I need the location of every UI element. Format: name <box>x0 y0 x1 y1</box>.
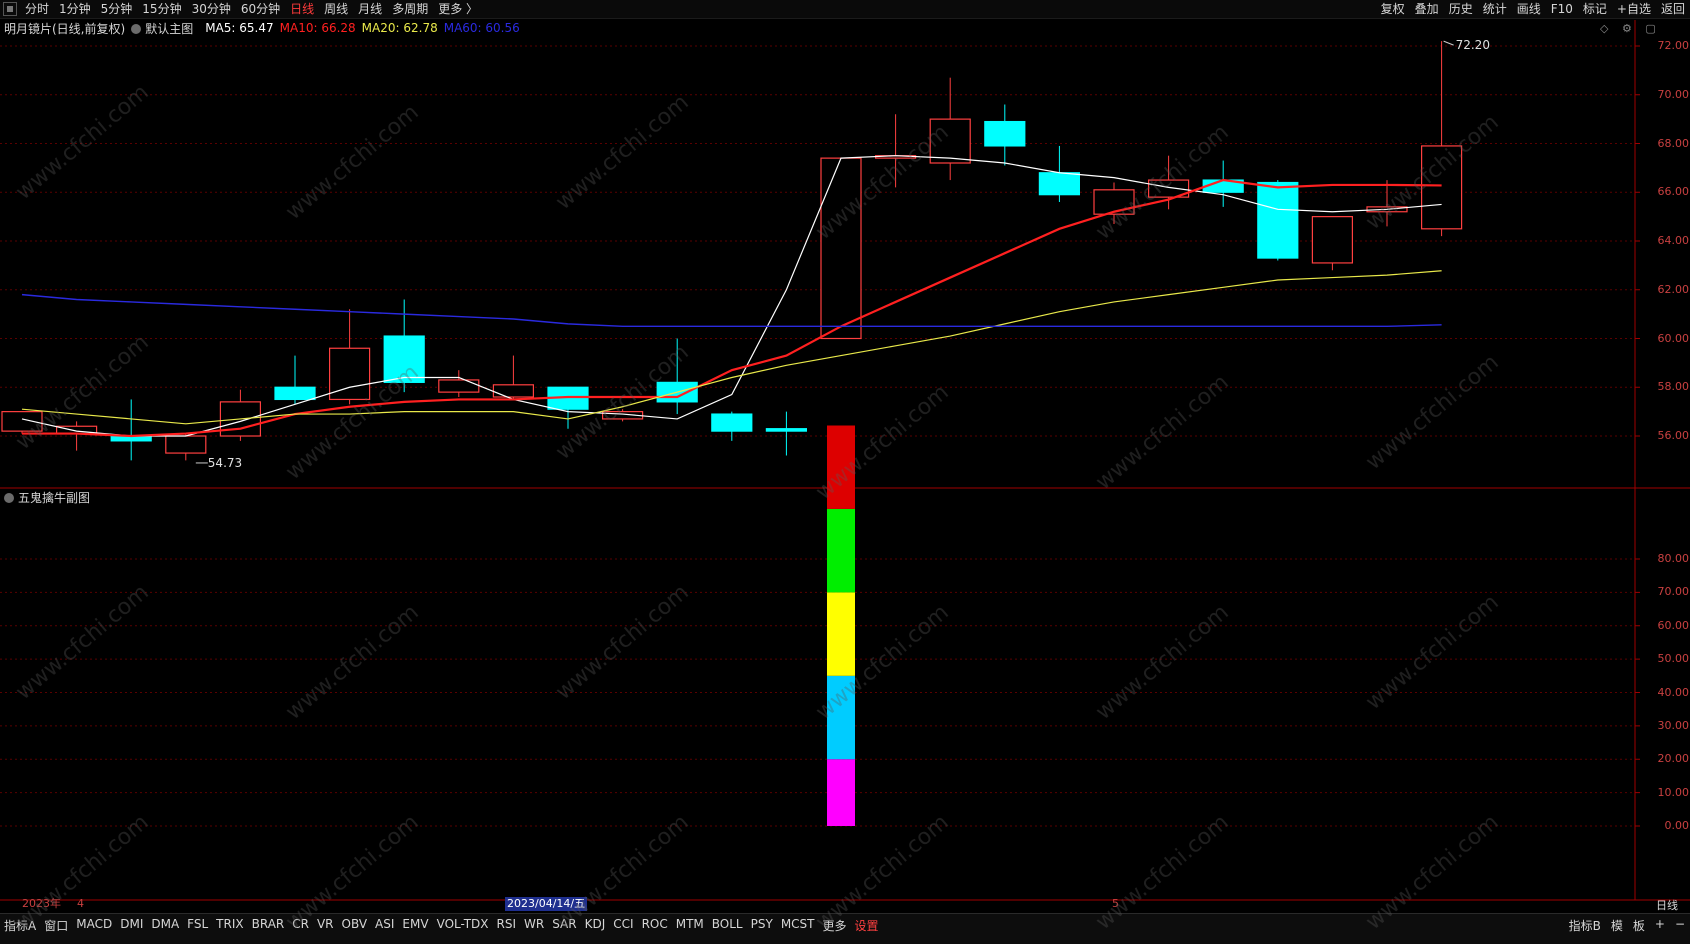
indicator-tab[interactable]: WR <box>520 914 548 931</box>
candle-body <box>438 379 480 393</box>
indicator-tab[interactable]: PSY <box>747 914 777 931</box>
indicator-tab[interactable]: CCI <box>609 914 637 931</box>
indicator-right-item[interactable]: 模 <box>1606 914 1628 934</box>
indicator-tab[interactable]: VOL-TDX <box>433 914 493 931</box>
indicator-tab[interactable]: MACD <box>72 914 116 931</box>
sub-tick-label: 80.00 <box>1657 552 1690 565</box>
indicator-right-item[interactable]: 板 <box>1628 914 1650 934</box>
price-tick-label: 64.00 <box>1657 234 1690 247</box>
ma-line-ma60 <box>21 293 1442 328</box>
indicator-tab[interactable]: EMV <box>398 914 432 931</box>
price-tick-label: 62.00 <box>1657 282 1690 296</box>
sub-tick-label: 10.00 <box>1657 785 1690 799</box>
indicator-tab[interactable]: DMA <box>147 914 183 931</box>
low-price-label: 54.73 <box>208 456 242 470</box>
sub-tick-label: 50.00 <box>1657 652 1690 666</box>
sub-tick-label: 60.00 <box>1657 618 1690 632</box>
high-price-label: 72.20 <box>1456 38 1490 52</box>
sub-tick-label: 20.00 <box>1657 752 1690 766</box>
ma-line-ma20 <box>21 270 1442 425</box>
sub-bar-segment <box>827 592 855 676</box>
candle-body <box>165 435 207 454</box>
sub-bar-segment <box>827 508 855 593</box>
high-marker-line <box>1443 40 1454 46</box>
indicator-tab[interactable]: TRIX <box>212 914 247 931</box>
sub-tick-label: 0.00 <box>1664 819 1690 832</box>
candle-body <box>1311 216 1354 264</box>
indicator-tab[interactable]: DMI <box>116 914 147 931</box>
candle-body <box>711 413 753 432</box>
indicator-tab[interactable]: 设置 <box>851 914 883 934</box>
sub-tick-label: 70.00 <box>1657 585 1690 599</box>
price-tick-label: 56.00 <box>1657 429 1690 442</box>
sub-bar-segment <box>827 759 855 826</box>
candle-body <box>492 384 534 398</box>
indicator-tab[interactable]: OBV <box>338 914 372 931</box>
price-tick-label: 66.00 <box>1657 185 1690 199</box>
indicator-bar-right: 指标B 模板 + − <box>1564 914 1690 934</box>
price-tick-label: 68.00 <box>1657 136 1690 150</box>
sub-tick-label: 40.00 <box>1657 685 1690 699</box>
month-4-label: 4 <box>77 897 84 910</box>
candle-body <box>1257 181 1299 259</box>
timeframe-label[interactable]: 日线 <box>1656 897 1678 913</box>
indicator-tab[interactable]: MTM <box>672 914 708 931</box>
candle-body <box>274 386 316 401</box>
candle-body <box>1038 172 1081 196</box>
indicator-tab[interactable]: ROC <box>638 914 672 931</box>
price-tick-label: 70.00 <box>1657 87 1690 101</box>
price-tick-label: 72.00 <box>1657 39 1690 52</box>
indicator-tab[interactable]: ASI <box>371 914 398 931</box>
indicator-right-item[interactable]: − <box>1670 914 1690 934</box>
sub-tick-label: 30.00 <box>1657 718 1690 732</box>
candle-body <box>820 157 862 340</box>
candle-body <box>765 428 808 432</box>
indicator-tab[interactable]: FSL <box>183 914 212 931</box>
indicator-right-item[interactable]: + <box>1650 914 1670 934</box>
indicator-tab[interactable]: RSI <box>493 914 521 931</box>
indicator-tab[interactable]: BOLL <box>708 914 747 931</box>
candle-body <box>984 120 1026 147</box>
ma-line-ma5 <box>21 155 1442 437</box>
indicator-right-item[interactable]: 指标B <box>1564 914 1606 934</box>
price-tick-label: 58.00 <box>1657 380 1690 394</box>
price-tick-label: 60.00 <box>1657 331 1690 345</box>
ma-line-ma10 <box>22 178 1442 438</box>
